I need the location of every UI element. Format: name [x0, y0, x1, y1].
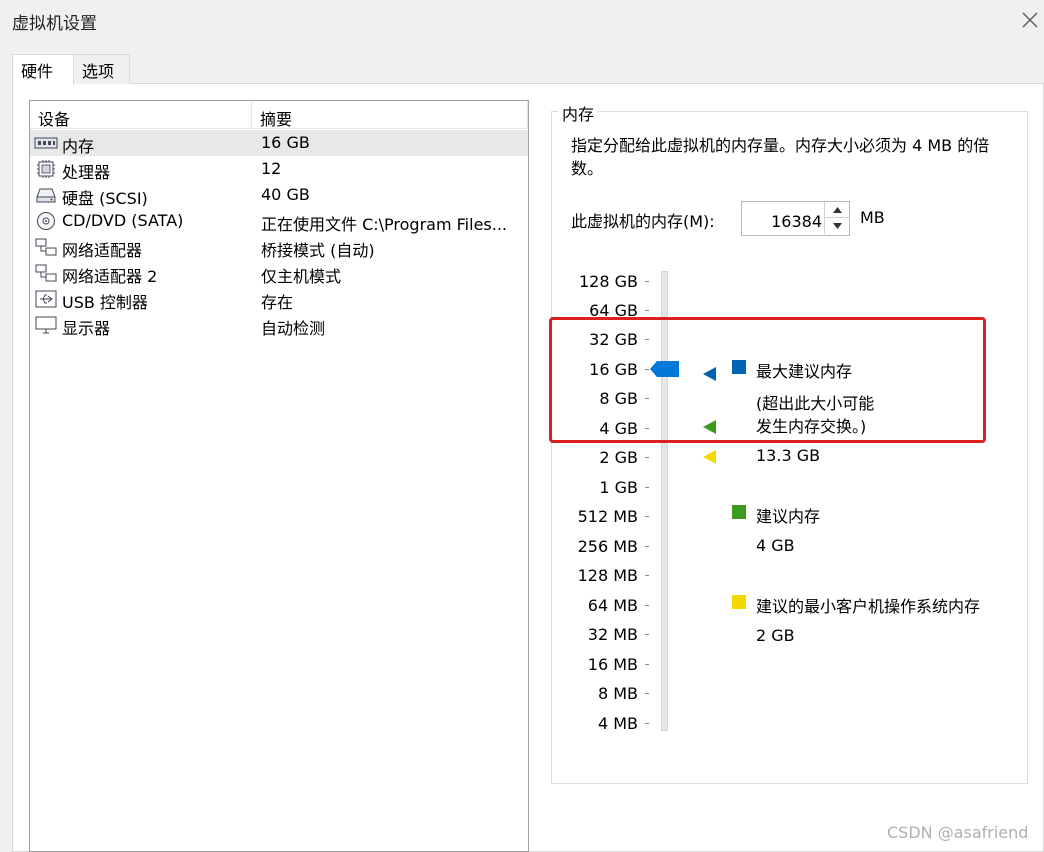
- device-row-processor[interactable]: 处理器 12: [30, 156, 528, 182]
- device-summary: 正在使用文件 C:\Program Files...: [261, 215, 508, 234]
- chevron-down-icon: [832, 223, 842, 229]
- device-summary: 仅主机模式: [261, 267, 342, 286]
- device-name: 网络适配器: [62, 241, 143, 260]
- tab-hardware-label: 硬件: [21, 62, 54, 81]
- device-summary: 存在: [261, 293, 294, 312]
- device-name: 内存: [62, 137, 95, 156]
- scale-tick: [645, 634, 649, 635]
- window-title: 虚拟机设置: [12, 14, 97, 34]
- device-row-memory[interactable]: 内存 16 GB: [30, 130, 528, 156]
- recommended-label: 建议内存: [756, 507, 821, 526]
- memory-unit-label: MB: [860, 208, 885, 227]
- scale-tick: [645, 575, 649, 576]
- tab-options[interactable]: 选项: [73, 54, 130, 84]
- device-name: USB 控制器: [62, 293, 148, 312]
- scale-label: 4 MB: [597, 714, 638, 733]
- increment-button[interactable]: [824, 202, 849, 218]
- device-name: 显示器: [62, 319, 111, 338]
- hard-disk-icon: [36, 188, 56, 203]
- scale-label: 512 MB: [577, 507, 638, 526]
- scale-tick: [645, 457, 649, 458]
- device-summary: 40 GB: [261, 185, 310, 204]
- device-summary: 12: [261, 159, 282, 178]
- recommended-value: 4 GB: [756, 536, 795, 555]
- tab-options-label: 选项: [82, 62, 115, 81]
- scale-tick: [645, 664, 649, 665]
- column-header-summary[interactable]: 摘要: [260, 106, 292, 130]
- memory-icon: [34, 137, 58, 149]
- network-adapter-icon: [35, 238, 57, 256]
- memory-description: 指定分配给此虚拟机的内存量。内存大小必须为 4 MB 的倍数。: [571, 136, 990, 178]
- device-row-hard-disk[interactable]: 硬盘 (SCSI) 40 GB: [30, 182, 528, 208]
- close-button[interactable]: [1016, 6, 1044, 34]
- usb-icon: [35, 290, 57, 308]
- device-summary: 自动检测: [261, 319, 326, 338]
- device-name: 网络适配器 2: [62, 267, 158, 286]
- device-summary: 桥接模式 (自动): [261, 241, 375, 260]
- device-name: 处理器: [62, 163, 111, 182]
- device-row-network-adapter[interactable]: 网络适配器 桥接模式 (自动): [30, 234, 528, 260]
- memory-size-stepper[interactable]: [741, 201, 850, 236]
- device-row-cd-dvd[interactable]: CD/DVD (SATA) 正在使用文件 C:\Program Files...: [30, 208, 528, 234]
- device-name: 硬盘 (SCSI): [62, 189, 148, 208]
- decrement-button[interactable]: [824, 218, 849, 234]
- device-list-header: 设备 摘要: [30, 101, 528, 129]
- device-name: CD/DVD (SATA): [62, 211, 184, 230]
- highlight-annotation-box: [549, 317, 986, 443]
- column-divider[interactable]: [251, 101, 252, 129]
- scale-label: 64 MB: [587, 596, 638, 615]
- cd-dvd-icon: [37, 212, 55, 230]
- scale-label: 16 MB: [587, 655, 638, 674]
- memory-size-label: 此虚拟机的内存(M):: [571, 212, 715, 231]
- device-row-network-adapter-2[interactable]: 网络适配器 2 仅主机模式: [30, 260, 528, 286]
- min-guest-marker: [703, 450, 716, 464]
- tab-hardware[interactable]: 硬件: [12, 54, 74, 85]
- scale-tick: [645, 310, 649, 311]
- scale-tick: [645, 693, 649, 694]
- scale-tick: [645, 516, 649, 517]
- scale-label: 2 GB: [599, 448, 638, 467]
- max-recommended-value: 13.3 GB: [756, 446, 821, 465]
- memory-group-title: 内存: [558, 101, 599, 125]
- close-icon: [1022, 12, 1038, 28]
- chevron-up-icon: [832, 206, 842, 213]
- device-row-display[interactable]: 显示器 自动检测: [30, 312, 528, 338]
- scale-tick: [645, 546, 649, 547]
- scale-label: 8 MB: [597, 684, 638, 703]
- title-bar: 虚拟机设置: [0, 0, 1044, 40]
- scale-label: 1 GB: [599, 478, 638, 497]
- watermark: CSDN @asafriend: [887, 823, 1029, 842]
- scale-label: 128 GB: [579, 272, 638, 291]
- min-guest-swatch: [732, 595, 746, 609]
- recommended-swatch: [732, 505, 746, 519]
- device-summary: 16 GB: [261, 133, 310, 152]
- min-guest-value: 2 GB: [756, 626, 795, 645]
- scale-label: 32 MB: [587, 625, 638, 644]
- device-list[interactable]: 设备 摘要 内存 16 GB 处理器 12 硬盘 (SCSI) 40 GB CD…: [29, 100, 529, 852]
- scale-label: 256 MB: [577, 537, 638, 556]
- column-divider[interactable]: [527, 101, 528, 129]
- scale-tick: [645, 281, 649, 282]
- device-row-usb-controller[interactable]: USB 控制器 存在: [30, 286, 528, 312]
- scale-tick: [645, 605, 649, 606]
- monitor-icon: [35, 316, 57, 334]
- memory-size-input[interactable]: [742, 202, 824, 235]
- min-guest-label: 建议的最小客户机操作系统内存: [756, 597, 981, 616]
- scale-label: 128 MB: [577, 566, 638, 585]
- scale-tick: [645, 487, 649, 488]
- scale-tick: [645, 723, 649, 724]
- network-adapter-icon: [35, 264, 57, 282]
- processor-icon: [37, 160, 55, 178]
- column-header-device[interactable]: 设备: [38, 106, 70, 130]
